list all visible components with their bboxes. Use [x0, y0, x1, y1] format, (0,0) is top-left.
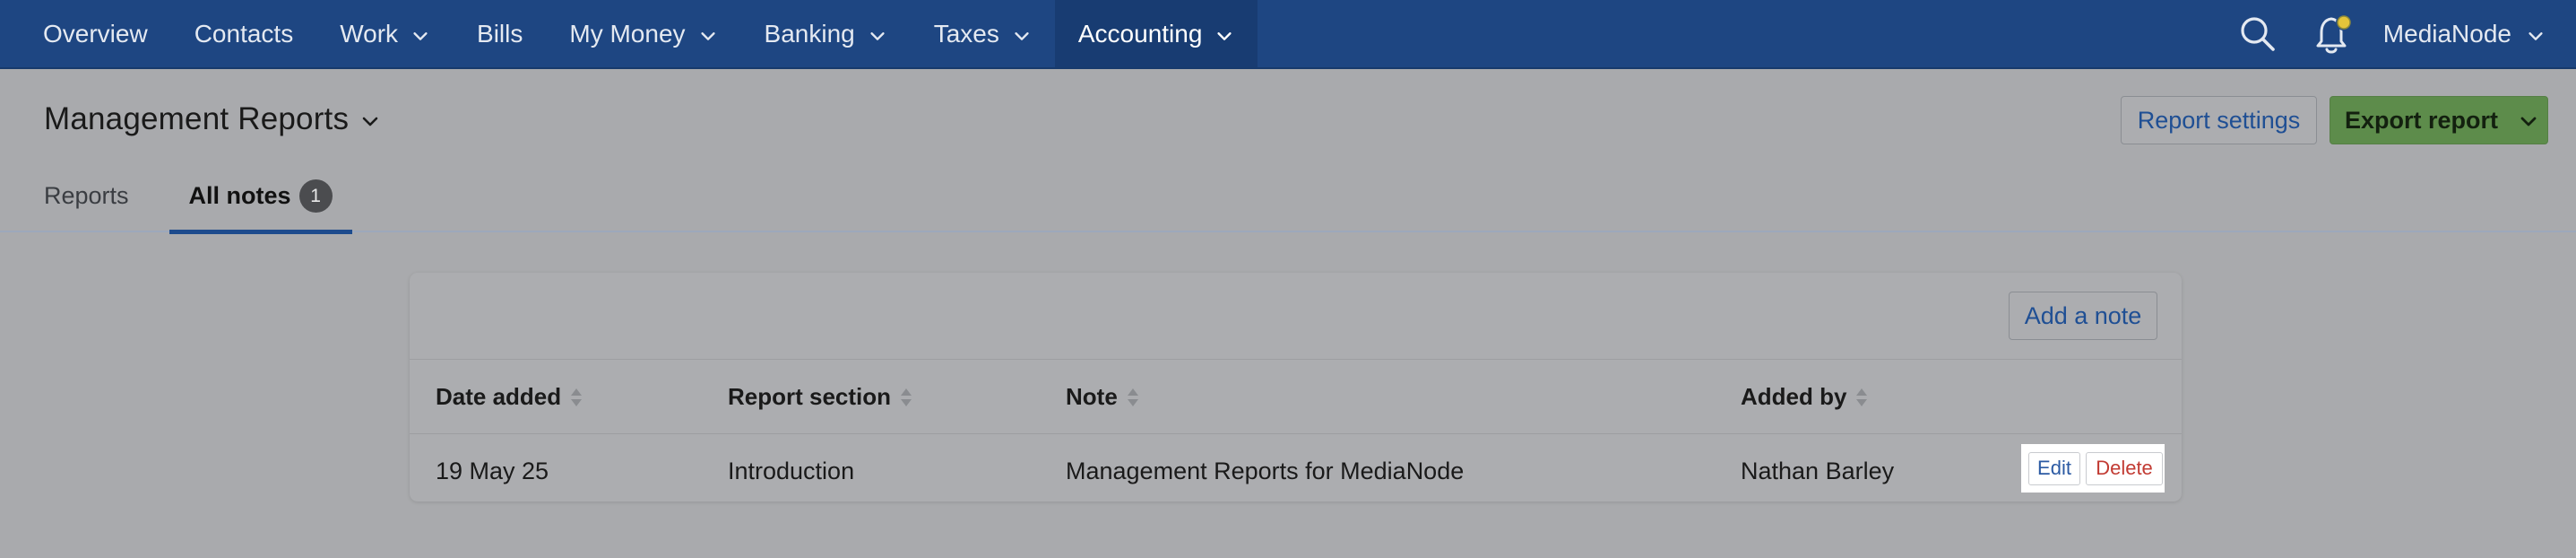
- user-menu[interactable]: MediaNode: [2383, 20, 2576, 48]
- nav-right-controls: MediaNode: [2238, 0, 2576, 67]
- table-header: Date added Report section Note Added by: [410, 360, 2182, 434]
- column-header-label: Date added: [436, 383, 562, 410]
- report-title-dropdown[interactable]: Management Reports: [44, 101, 381, 137]
- nav-item-bills[interactable]: Bills: [454, 0, 546, 67]
- notification-indicator: [2337, 14, 2351, 30]
- nav-item-label: Taxes: [933, 19, 999, 48]
- sort-icon: [1127, 388, 1138, 406]
- notes-toolbar: Add a note: [410, 273, 2182, 360]
- chevron-down-icon: [413, 31, 428, 40]
- column-header-added-by[interactable]: Added by: [1741, 360, 1868, 434]
- notes-count-badge: 1: [298, 179, 333, 213]
- column-header-date-added[interactable]: Date added: [436, 360, 583, 434]
- nav-item-label: Banking: [764, 19, 855, 48]
- add-note-button[interactable]: Add a note: [2009, 292, 2157, 340]
- nav-item-my-money[interactable]: My Money: [546, 0, 740, 67]
- nav-item-label: My Money: [569, 19, 686, 48]
- page-header: Management Reports Report settings Expor…: [0, 71, 2576, 234]
- table-row: 19 May 25 Introduction Management Report…: [410, 435, 2182, 501]
- column-header-label: Note: [1066, 383, 1118, 410]
- active-tab-indicator: [169, 230, 352, 234]
- nav-item-work[interactable]: Work: [316, 0, 454, 67]
- row-actions: Edit Delete: [2021, 444, 2165, 493]
- top-navigation-bar: Overview Contacts Work Bills My Money Ba…: [0, 0, 2576, 69]
- nav-item-banking[interactable]: Banking: [741, 0, 911, 67]
- sort-icon: [901, 388, 912, 406]
- notifications-button[interactable]: [2313, 12, 2356, 57]
- search-button[interactable]: [2238, 14, 2278, 54]
- column-header-note[interactable]: Note: [1066, 360, 1139, 434]
- nav-item-label: Overview: [43, 19, 148, 48]
- user-name: MediaNode: [2382, 19, 2511, 48]
- tab-label: All notes: [188, 182, 291, 209]
- delete-note-button[interactable]: Delete: [2086, 451, 2163, 485]
- cell-date-added: 19 May 25: [436, 457, 549, 484]
- page-title: Management Reports: [44, 101, 350, 136]
- chevron-down-icon: [2528, 31, 2543, 40]
- nav-item-label: Contacts: [194, 19, 294, 48]
- report-tabs: Reports All notes 1: [0, 171, 352, 234]
- chevron-down-icon: [1217, 31, 1232, 40]
- chevron-down-icon: [1015, 31, 1029, 40]
- chevron-down-icon: [362, 117, 378, 126]
- nav-item-accounting[interactable]: Accounting: [1054, 0, 1258, 67]
- search-icon: [2241, 16, 2275, 51]
- cell-added-by: Nathan Barley: [1741, 457, 1895, 484]
- cell-note: Management Reports for MediaNode: [1066, 457, 1465, 484]
- cell-report-section: Introduction: [728, 457, 855, 484]
- chevron-down-icon: [870, 31, 885, 40]
- export-report-button[interactable]: Export report: [2330, 96, 2548, 144]
- notes-card: Add a note Date added Report section Not…: [410, 273, 2182, 501]
- export-report-label: Export report: [2345, 106, 2499, 134]
- nav-menu: Overview Contacts Work Bills My Money Ba…: [0, 0, 1258, 67]
- column-header-label: Added by: [1741, 383, 1847, 410]
- chevron-down-icon: [2520, 117, 2537, 126]
- nav-item-label: Accounting: [1077, 19, 1203, 48]
- sort-icon: [1856, 388, 1868, 406]
- tab-reports[interactable]: Reports: [44, 171, 129, 232]
- nav-item-overview[interactable]: Overview: [20, 0, 171, 67]
- nav-item-label: Work: [340, 19, 399, 48]
- tab-all-notes[interactable]: All notes 1: [169, 171, 352, 234]
- chevron-down-icon: [700, 31, 715, 40]
- tab-label: Reports: [44, 182, 129, 209]
- nav-item-contacts[interactable]: Contacts: [171, 0, 317, 67]
- report-settings-button[interactable]: Report settings: [2121, 96, 2317, 144]
- bell-icon: [2316, 13, 2352, 53]
- edit-note-button[interactable]: Edit: [2028, 451, 2080, 485]
- nav-item-label: Bills: [477, 19, 523, 48]
- column-header-report-section[interactable]: Report section: [728, 360, 912, 434]
- nav-item-taxes[interactable]: Taxes: [911, 0, 1055, 67]
- column-header-label: Report section: [728, 383, 892, 410]
- sort-icon: [571, 388, 583, 406]
